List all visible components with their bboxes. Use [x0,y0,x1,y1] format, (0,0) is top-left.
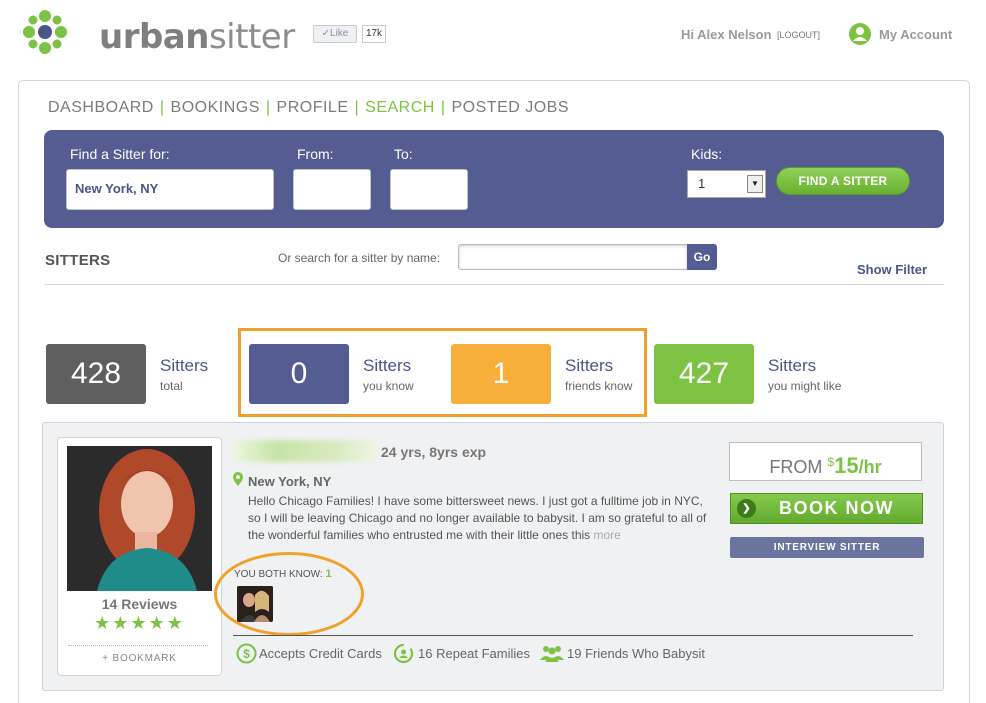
my-account-link[interactable]: My Account [879,27,952,42]
friends-group-icon [540,646,564,662]
review-count[interactable]: 14 Reviews [57,596,222,612]
stat-total-title: Sitters [160,356,209,375]
sitter-age-experience: 24 yrs, 8yrs exp [381,444,487,460]
bookmark-button[interactable]: + BOOKMARK [57,653,222,664]
stat-you-know-count[interactable]: 0 [249,344,349,404]
feature-repeat-families: 16 Repeat Families [418,646,530,661]
stat-you-know-sub: you know [363,379,414,393]
nav-dashboard[interactable]: DASHBOARD [48,99,154,117]
feature-friends-babysit: 19 Friends Who Babysit [567,646,706,661]
find-sitter-button[interactable]: FIND A SITTER [776,167,910,195]
account-user-icon[interactable] [849,23,871,45]
divider [68,645,208,646]
main-nav: DASHBOARD | BOOKINGS | PROFILE | SEARCH … [48,99,569,117]
from-label: From: [297,146,334,162]
facebook-like-button[interactable]: ✓Like [313,25,357,43]
svg-text:$: $ [243,647,250,661]
to-label: To: [394,146,413,162]
sitter-photo[interactable] [67,446,212,591]
nav-profile[interactable]: PROFILE [277,99,349,117]
user-greeting: Hi Alex Nelson [681,27,772,42]
sitter-bio: Hello Chicago Families! I have some bitt… [248,494,707,542]
divider [44,284,944,285]
nav-separator: | [354,99,360,116]
to-date-input[interactable] [390,169,468,210]
stat-friends-know-sub: friends know [565,379,633,393]
stat-friends-know-count[interactable]: 1 [451,344,551,404]
name-search-label: Or search for a sitter by name: [278,251,441,265]
from-date-input[interactable] [293,169,371,210]
show-filter-link[interactable]: Show Filter [857,262,927,277]
location-pin-icon [233,472,243,486]
stat-might-like-sub: you might like [768,379,842,393]
more-link[interactable]: more [594,528,621,542]
nav-search[interactable]: SEARCH [365,99,435,117]
price-box: FROM $15/hr [729,442,922,481]
nav-separator: | [265,99,271,116]
divider [233,635,913,636]
stat-friends-know-title: Sitters [565,356,614,375]
interview-sitter-button[interactable]: INTERVIEW SITTER [730,537,924,558]
sitter-name-blurred[interactable] [232,440,377,462]
nav-separator: | [440,99,446,116]
location-input[interactable]: New York, NY [66,169,274,210]
sitter-location: New York, NY [248,474,332,489]
logo-wordmark: urbansitter [99,17,295,57]
hourly-rate: 15 [834,453,859,478]
feature-credit-cards: Accepts Credit Cards [259,646,382,661]
urbansitter-logo[interactable]: urbansitter [21,8,295,57]
stat-total-count[interactable]: 428 [46,344,146,404]
dollar-circle-icon: $ [236,643,257,664]
go-button[interactable]: Go [687,244,717,270]
kids-select[interactable]: 1 ▼ [687,170,766,198]
like-count: 17k [362,25,386,43]
logo-dots-icon [23,10,67,54]
sitter-name-search-input[interactable] [458,244,688,270]
kids-label: Kids: [691,146,723,162]
stat-you-know-title: Sitters [363,356,412,375]
nav-bookings[interactable]: BOOKINGS [171,99,260,117]
stat-might-like-title: Sitters [768,356,817,375]
kids-selected-value: 1 [698,176,706,191]
book-now-button[interactable]: ❯ BOOK NOW [730,493,923,524]
dropdown-arrow-icon[interactable]: ▼ [747,175,763,193]
nav-separator: | [159,99,165,116]
stat-might-like-count[interactable]: 427 [654,344,754,404]
chevron-right-icon: ❯ [737,499,756,518]
repeat-families-icon [393,643,414,664]
rating-stars-icon: ★★★★★ [94,613,185,633]
logout-link[interactable]: [LOGOUT] [777,30,820,40]
sitters-heading: SITTERS [45,252,111,269]
highlight-annotation [214,552,364,636]
stat-total-sub: total [160,379,183,393]
nav-posted-jobs[interactable]: POSTED JOBS [452,99,570,117]
find-sitter-label: Find a Sitter for: [70,146,170,162]
